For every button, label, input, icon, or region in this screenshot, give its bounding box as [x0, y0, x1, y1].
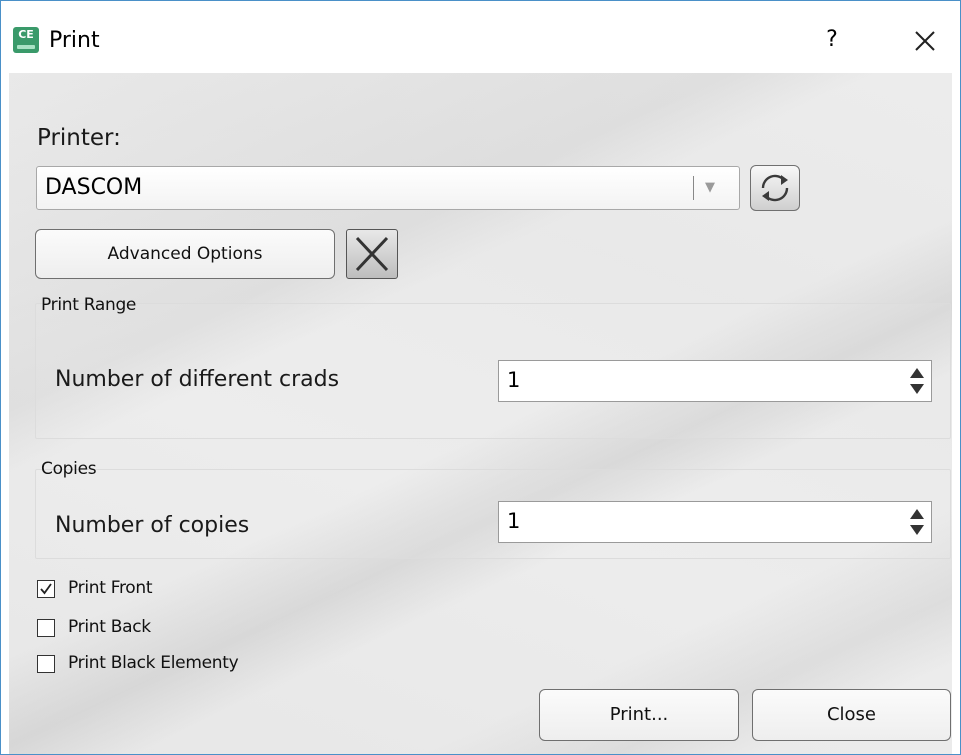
chevron-down-icon: ▼ [705, 180, 715, 195]
spin-arrows-icon[interactable] [907, 506, 927, 538]
advanced-options-button[interactable]: Advanced Options [35, 229, 335, 279]
dialog-body: Printer: DASCOM ▼ Advanced Options Print… [9, 73, 952, 754]
different-cards-value: 1 [507, 368, 521, 392]
close-button[interactable]: Close [752, 689, 951, 741]
print-back-checkbox[interactable] [37, 619, 55, 637]
copies-label: Number of copies [55, 513, 250, 538]
printer-label: Printer: [37, 125, 121, 151]
clear-printer-button[interactable] [346, 229, 398, 279]
print-button[interactable]: Print... [539, 689, 739, 741]
print-black-elements-checkbox[interactable] [37, 655, 55, 673]
x-icon [355, 236, 389, 272]
refresh-icon [761, 174, 789, 202]
close-icon [915, 31, 935, 51]
app-icon-text: CE [18, 28, 34, 41]
close-window-button[interactable] [907, 23, 943, 59]
printer-select-value: DASCOM [45, 175, 143, 200]
copies-value: 1 [507, 509, 521, 533]
printer-select[interactable]: DASCOM ▼ [36, 166, 740, 210]
print-black-elements-label: Print Black Elementy [68, 653, 239, 673]
copies-title: Copies [41, 459, 97, 479]
app-icon: CE [13, 27, 39, 53]
different-cards-spinbox[interactable]: 1 [498, 360, 932, 402]
window-title: Print [49, 28, 100, 53]
different-cards-label: Number of different crads [55, 367, 340, 392]
checkmark-icon [40, 583, 52, 595]
print-dialog: CE Print ? Printer: DASCOM ▼ Advanced Op… [0, 0, 961, 755]
help-button[interactable]: ? [817, 25, 847, 55]
print-range-title: Print Range [41, 295, 137, 315]
refresh-printers-button[interactable] [750, 165, 800, 211]
title-bar: CE Print ? [1, 1, 960, 73]
print-front-label: Print Front [68, 578, 153, 598]
print-back-label: Print Back [68, 617, 151, 637]
print-front-checkbox[interactable] [37, 580, 55, 598]
copies-spinbox[interactable]: 1 [498, 501, 932, 543]
spin-arrows-icon[interactable] [907, 365, 927, 397]
